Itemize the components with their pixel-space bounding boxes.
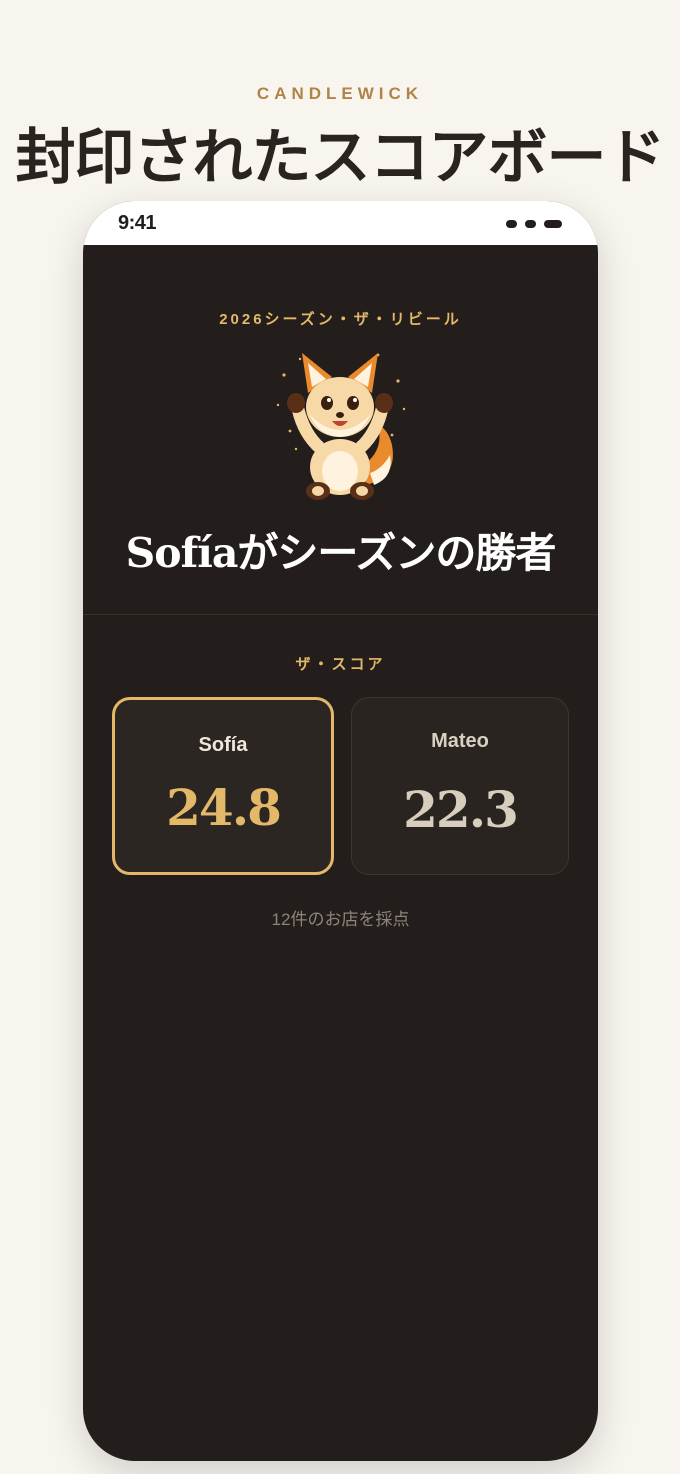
season-label: 2026シーズン・ザ・リビール xyxy=(219,311,462,328)
player-score: 24.8 xyxy=(166,778,282,837)
battery-icon xyxy=(544,220,562,228)
player-name: Mateo xyxy=(431,730,489,752)
wifi-icon xyxy=(525,220,536,228)
rated-count-note: 12件のお店を採点 xyxy=(271,910,410,929)
winner-headline: Sofíaがシーズンの勝者 xyxy=(125,529,557,577)
page-title: 封印されたスコアボード xyxy=(15,123,666,193)
score-card-sofia[interactable]: Sofía 24.8 xyxy=(112,697,334,875)
signal-icon xyxy=(506,220,517,228)
player-name: Sofía xyxy=(198,734,248,756)
hero-section: 2026シーズン・ザ・リビール Sofíaがシーズンの勝者 xyxy=(83,245,598,615)
status-time: 9:41 xyxy=(118,212,157,234)
phone-frame: 9:41 2026シーズン・ザ・リビール Sofíaがシーズンの勝者 ザ・スコア… xyxy=(83,201,598,1461)
score-card-mateo[interactable]: Mateo 22.3 xyxy=(351,697,569,875)
status-bar: 9:41 xyxy=(83,201,598,245)
brand-label: CANDLEWICK xyxy=(256,84,424,103)
status-icons xyxy=(506,220,562,228)
score-section-label: ザ・スコア xyxy=(295,656,386,673)
fox-mascot-icon xyxy=(276,353,406,500)
player-score: 22.3 xyxy=(403,780,519,839)
